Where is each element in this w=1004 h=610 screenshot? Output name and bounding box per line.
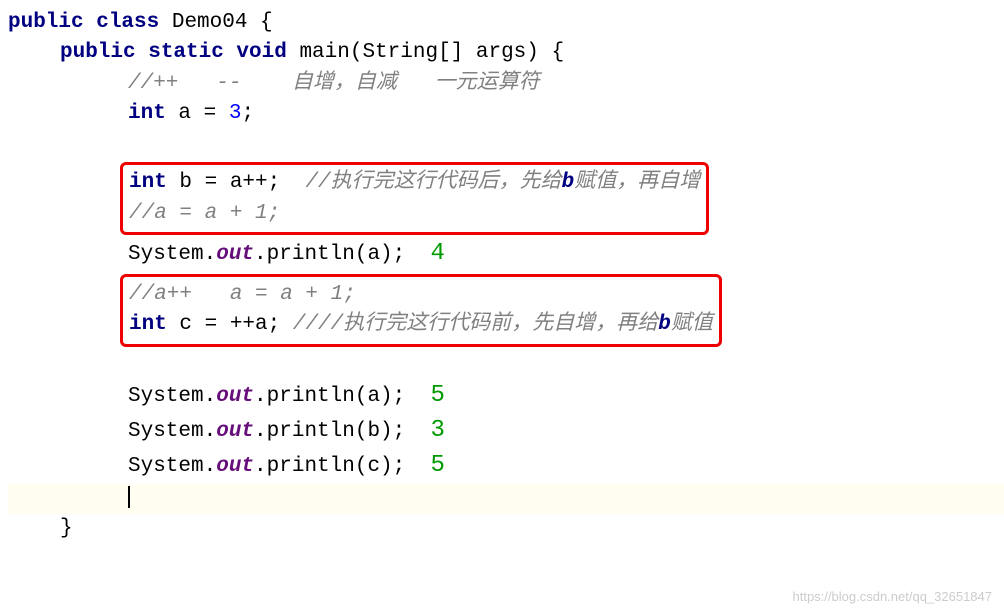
code-line-box2-2[interactable]: int c = ++a; ////执行完这行代码前，先自增，再给b赋值 <box>129 310 713 340</box>
comment-var: b <box>562 171 575 194</box>
keyword: public class <box>8 11 159 34</box>
code-text: System. <box>128 385 216 408</box>
highlight-box-2: //a++ a = a + 1; int c = ++a; ////执行完这行代… <box>120 274 722 347</box>
code-text: .println(a); <box>254 385 430 408</box>
code-line-6[interactable]: System.out.println(a); 4 <box>8 237 996 272</box>
static-field: out <box>216 455 254 478</box>
highlight-box-1: int b = a++; //执行完这行代码后，先给b赋值，再自增 //a = … <box>120 162 709 235</box>
code-text: c = ++a; <box>167 313 293 336</box>
code-line-box1-2[interactable]: //a = a + 1; <box>129 199 700 229</box>
comment: //++ -- 自增，自减 一元运算符 <box>128 72 540 95</box>
code-text: .println(a); <box>254 243 430 266</box>
code-line-11[interactable]: System.out.println(c); 5 <box>8 449 996 484</box>
output-annotation: 3 <box>430 417 444 444</box>
code-line-cursor[interactable] <box>8 484 1004 514</box>
method-sig: main(String[] args) { <box>287 41 564 64</box>
code-text: .println(b); <box>254 420 430 443</box>
code-line-3[interactable]: //++ -- 自增，自减 一元运算符 <box>8 69 996 99</box>
comment: 赋值，再自增 <box>574 171 700 194</box>
static-field: out <box>216 420 254 443</box>
code-text: .println(c); <box>254 455 430 478</box>
class-name: Demo04 { <box>159 11 272 34</box>
comment: //执行完这行代码后，先给 <box>305 171 561 194</box>
keyword: public static void <box>60 41 287 64</box>
code-line-4[interactable]: int a = 3; <box>8 99 996 129</box>
number-literal: 3 <box>229 102 242 125</box>
code-line-10[interactable]: System.out.println(b); 3 <box>8 414 996 449</box>
keyword: int <box>128 102 166 125</box>
text-caret <box>128 486 130 508</box>
code-line-box1-1[interactable]: int b = a++; //执行完这行代码后，先给b赋值，再自增 <box>129 168 700 198</box>
brace-close: } <box>60 517 73 540</box>
output-annotation: 5 <box>430 382 444 409</box>
code-line-2[interactable]: public static void main(String[] args) { <box>8 38 996 68</box>
static-field: out <box>216 243 254 266</box>
code-line-box2-1[interactable]: //a++ a = a + 1; <box>129 280 713 310</box>
output-annotation: 5 <box>430 452 444 479</box>
empty-line[interactable] <box>8 130 996 160</box>
semicolon: ; <box>241 102 254 125</box>
code-text: System. <box>128 243 216 266</box>
output-annotation: 4 <box>430 240 444 267</box>
comment: //a = a + 1; <box>129 202 280 225</box>
code-line-9[interactable]: System.out.println(a); 5 <box>8 379 996 414</box>
code-text: a = <box>166 102 229 125</box>
keyword: int <box>129 171 167 194</box>
watermark-text: https://blog.csdn.net/qq_32651847 <box>793 589 993 604</box>
empty-line[interactable] <box>8 349 996 379</box>
comment: ////执行完这行代码前，先自增，再给 <box>293 313 658 336</box>
comment: 赋值 <box>671 313 713 336</box>
code-line-13[interactable]: } <box>8 514 996 544</box>
code-text: b = a++; <box>167 171 306 194</box>
keyword: int <box>129 313 167 336</box>
static-field: out <box>216 385 254 408</box>
code-text: System. <box>128 455 216 478</box>
comment-var: b <box>658 313 671 336</box>
comment: //a++ a = a + 1; <box>129 283 356 306</box>
code-line-1[interactable]: public class Demo04 { <box>8 8 996 38</box>
code-text: System. <box>128 420 216 443</box>
